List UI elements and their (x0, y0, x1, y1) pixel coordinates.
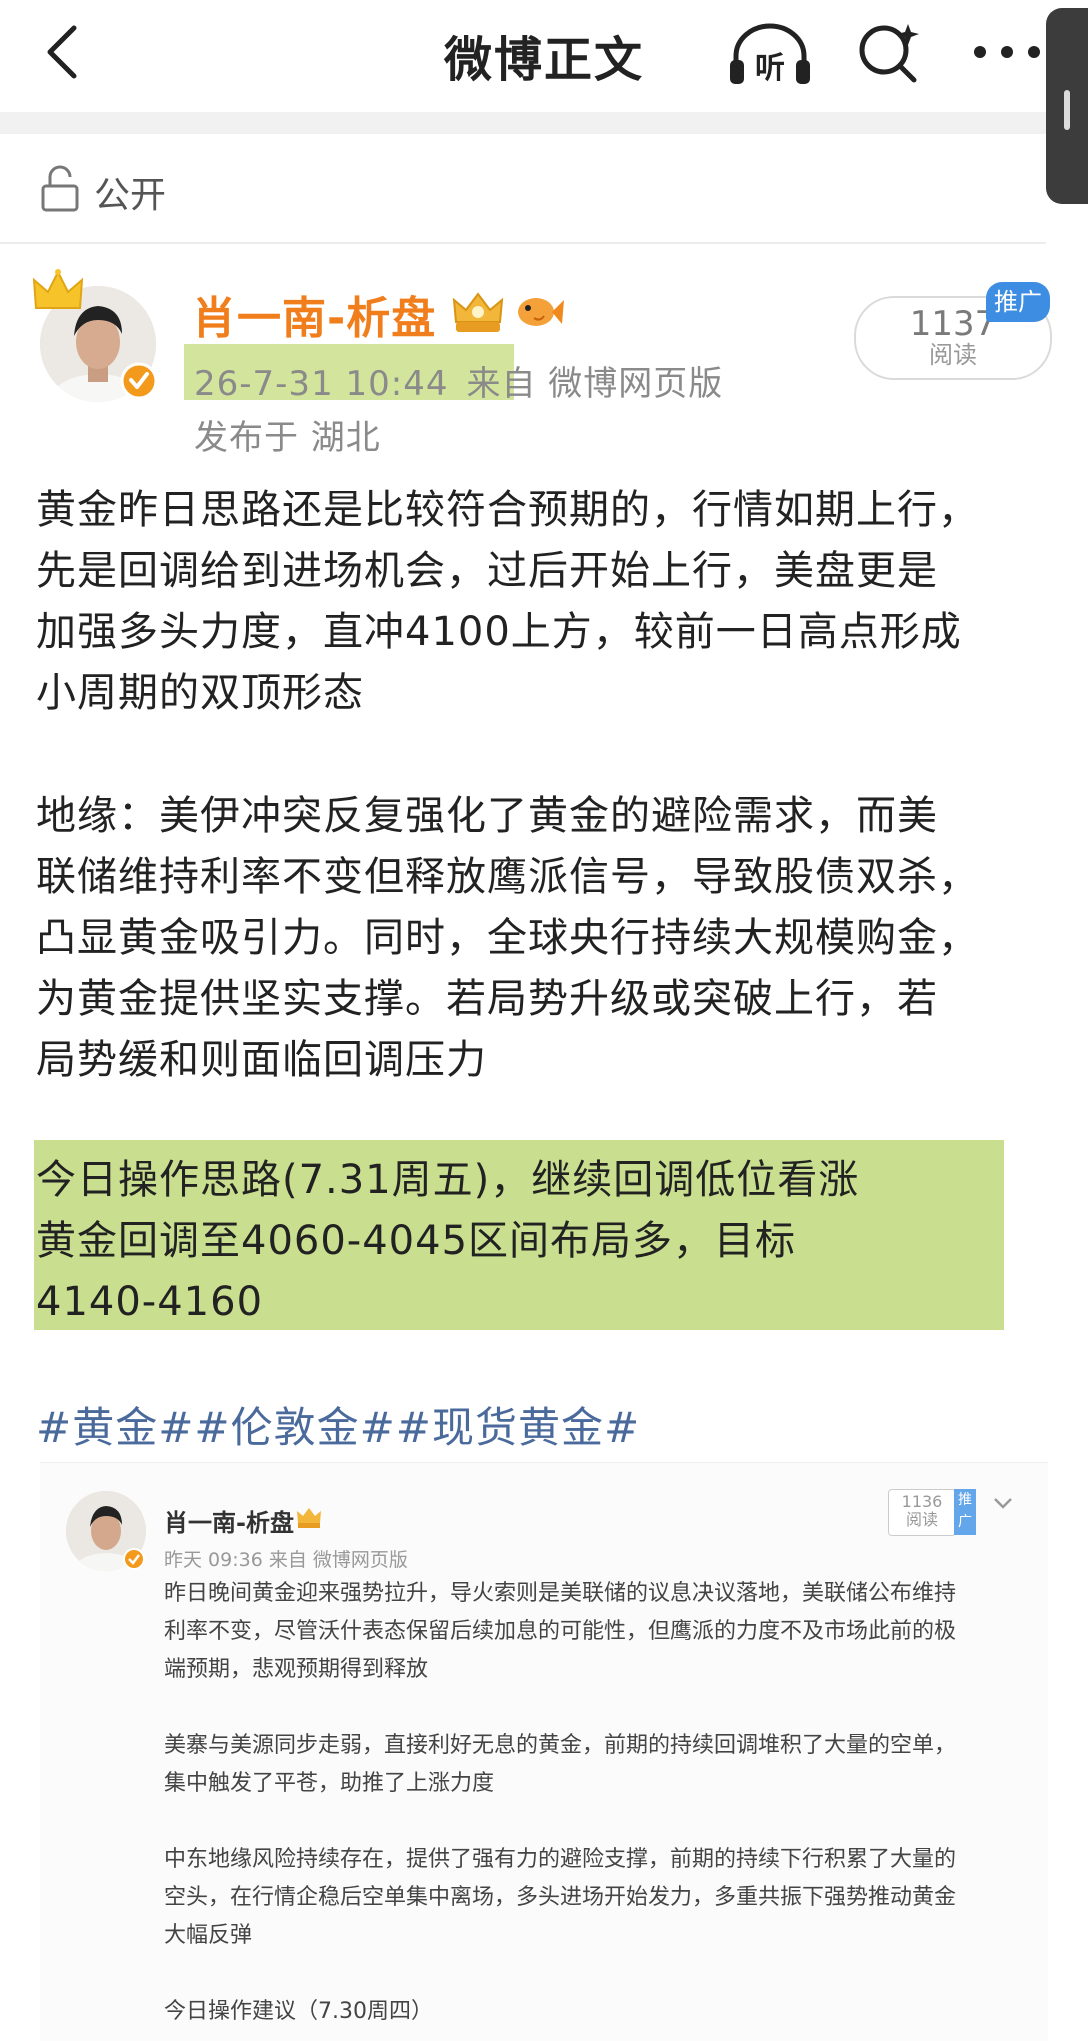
embed-verified-icon (123, 1548, 145, 1570)
divider (0, 242, 1046, 244)
read-label: 阅读 (929, 341, 977, 369)
scroll-handle[interactable] (1046, 8, 1088, 204)
post-location: 发布于 湖北 (194, 418, 381, 458)
embed-vip-badge-icon (297, 1508, 321, 1528)
fish-badge-icon[interactable] (514, 290, 564, 334)
embed-body-text: 昨日晚间黄金迎来强势拉升，导火索则是美联储的议息决议落地，美联储公布维持 利率不… (164, 1581, 957, 2024)
visibility-label: 公开 (94, 175, 167, 216)
hashtag-links[interactable]: #黄金##伦敦金##现货黄金# (36, 1394, 640, 1455)
embed-read-count: 1136 (901, 1492, 943, 1511)
verified-badge-icon (120, 362, 158, 400)
post-paragraph-1: 黄金昨日思路还是比较符合预期的，行情如期上行， 先是回调给到进场机会，过后开始上… (36, 487, 979, 716)
search-sparkle-icon[interactable] (856, 20, 922, 86)
post-paragraph-2: 地缘：美伊冲突反复强化了黄金的避险需求，而美 联储维持利率不变但释放鹰派信号，导… (36, 793, 979, 1083)
embed-read-label: 阅读 (905, 1510, 938, 1529)
more-options-icon[interactable] (972, 44, 1042, 60)
author-avatar-wrap[interactable] (32, 268, 162, 408)
author-name[interactable]: 肖一南-析盘 (192, 282, 436, 346)
vip-crown-badge-icon[interactable] (448, 288, 508, 338)
embed-read-box: 1136 阅读 (888, 1489, 956, 1536)
embed-author-name: 肖一南-析盘 (164, 1509, 294, 1537)
crown-icon (32, 269, 84, 309)
promo-tag[interactable]: 推广 (986, 282, 1050, 322)
chevron-down-icon (994, 1498, 1012, 1509)
post-paragraph-3: 今日操作思路(7.31周五)，继续回调低位看涨 黄金回调至4060-4045区间… (36, 1157, 860, 1325)
embed-promo-tag: 推广 (954, 1489, 976, 1535)
post-time: 26-7-31 10:44 (194, 364, 449, 404)
embedded-post-image[interactable]: 肖一南-析盘 昨天 09:36 来自 微博网页版 1136 阅读 推广 昨日晚间… (40, 1462, 1048, 2041)
embed-meta: 昨天 09:36 来自 微博网页版 (164, 1549, 408, 1571)
post-meta: 26-7-31 10:44 来自 微博网页版 (194, 356, 723, 405)
post-source[interactable]: 来自 微博网页版 (467, 364, 724, 404)
listen-label: 听 (755, 51, 785, 86)
page-title: 微博正文 (443, 32, 644, 88)
headphones-listen-icon[interactable]: 听 (728, 20, 812, 88)
section-separator (0, 112, 1046, 134)
unlocked-lock-icon (41, 165, 79, 212)
top-nav-bar: 微博正文 听 (0, 0, 1088, 112)
visibility-row[interactable]: 公开 (0, 134, 1046, 244)
